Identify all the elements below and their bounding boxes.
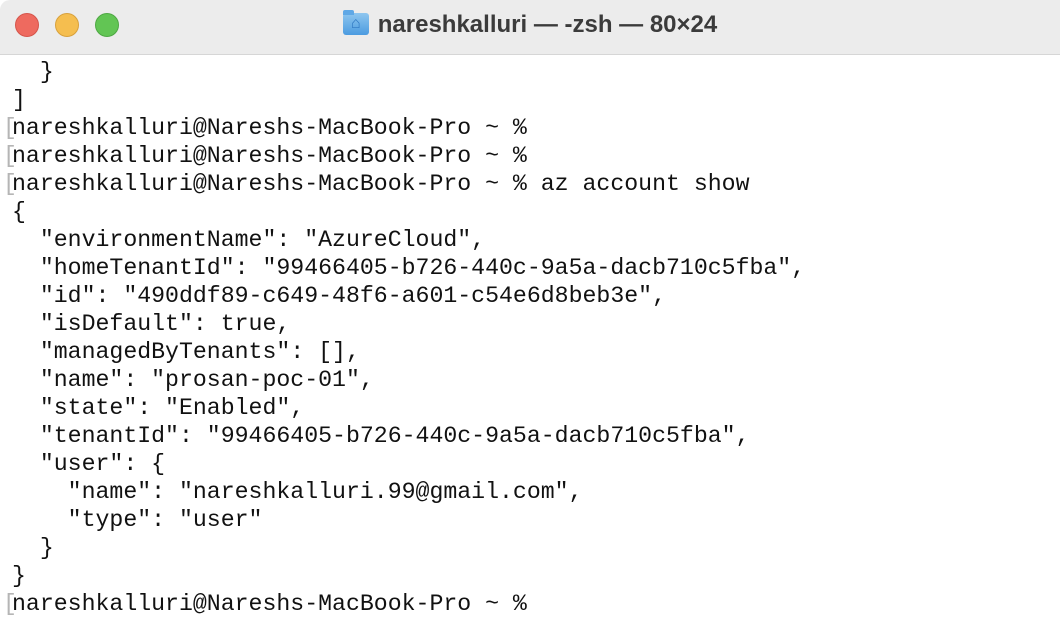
terminal-line-text: } [12, 59, 54, 85]
terminal-line: "state": "Enabled", [12, 394, 805, 422]
title-bar[interactable]: nareshkalluri — -zsh — 80×24 [0, 0, 1060, 55]
terminal-line-text: "homeTenantId": "99466405-b726-440c-9a5a… [12, 255, 806, 281]
terminal-line-text: "environmentName": "AzureCloud", [12, 227, 486, 253]
terminal-line-text: nareshkalluri@Nareshs-MacBook-Pro ~ % [12, 143, 527, 169]
terminal-line: "environmentName": "AzureCloud", [12, 226, 805, 254]
window-title: nareshkalluri — -zsh — 80×24 [0, 10, 1060, 40]
terminal-line-text: "type": "user" [12, 507, 263, 533]
terminal-line-text: nareshkalluri@Nareshs-MacBook-Pro ~ % [12, 115, 527, 141]
terminal-line-text: nareshkalluri@Nareshs-MacBook-Pro ~ % [12, 591, 527, 617]
terminal-line: } [12, 58, 805, 86]
terminal-line-text: "tenantId": "99466405-b726-440c-9a5a-dac… [12, 423, 750, 449]
terminal-line: } [12, 562, 805, 590]
terminal-line-text: "name": "prosan-poc-01", [12, 367, 374, 393]
terminal-line-text: "id": "490ddf89-c649-48f6-a601-c54e6d8be… [12, 283, 666, 309]
terminal-line: "isDefault": true, [12, 310, 805, 338]
terminal-line: "id": "490ddf89-c649-48f6-a601-c54e6d8be… [12, 282, 805, 310]
terminal-line: { [12, 198, 805, 226]
terminal-line: [nareshkalluri@Nareshs-MacBook-Pro ~ % [3, 114, 805, 142]
terminal-line-text: "isDefault": true, [12, 311, 291, 337]
prompt-mark-icon: [ [3, 591, 17, 617]
window-title-text: nareshkalluri — -zsh — 80×24 [377, 11, 718, 38]
terminal-line: ] [12, 86, 805, 114]
terminal-line: [nareshkalluri@Nareshs-MacBook-Pro ~ % a… [3, 170, 805, 198]
terminal-line-text: } [12, 563, 26, 589]
terminal-output[interactable]: }][nareshkalluri@Nareshs-MacBook-Pro ~ %… [3, 58, 805, 618]
prompt-mark-icon: [ [3, 171, 17, 197]
terminal-line: "name": "nareshkalluri.99@gmail.com", [12, 478, 805, 506]
terminal-line-text: "state": "Enabled", [12, 395, 305, 421]
terminal-line-text: nareshkalluri@Nareshs-MacBook-Pro ~ % az… [12, 171, 750, 197]
terminal-line: "tenantId": "99466405-b726-440c-9a5a-dac… [12, 422, 805, 450]
terminal-line: "name": "prosan-poc-01", [12, 366, 805, 394]
terminal-line: "type": "user" [12, 506, 805, 534]
terminal-line-text: "name": "nareshkalluri.99@gmail.com", [12, 479, 583, 505]
terminal-line-text: ] [12, 87, 26, 113]
terminal-line: [nareshkalluri@Nareshs-MacBook-Pro ~ % [3, 590, 805, 618]
terminal-line-text: "user": { [12, 451, 166, 477]
prompt-mark-icon: [ [3, 115, 17, 141]
terminal-line: "user": { [12, 450, 805, 478]
terminal-line-text: } [12, 535, 54, 561]
terminal-line: } [12, 534, 805, 562]
terminal-line: "managedByTenants": [], [12, 338, 805, 366]
terminal-line-text: "managedByTenants": [], [12, 339, 360, 365]
terminal-line-text: { [12, 199, 26, 225]
terminal-line: [nareshkalluri@Nareshs-MacBook-Pro ~ % [3, 142, 805, 170]
prompt-mark-icon: [ [3, 143, 17, 169]
home-folder-icon [342, 10, 369, 35]
terminal-line: "homeTenantId": "99466405-b726-440c-9a5a… [12, 254, 805, 282]
